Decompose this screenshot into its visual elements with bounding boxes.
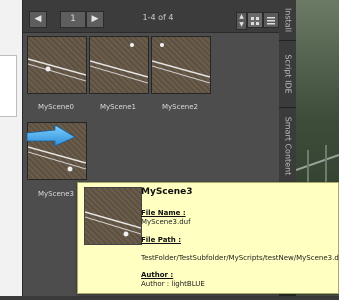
grid-view-icon (251, 17, 259, 25)
arrow-right-icon: ▶ (91, 14, 99, 24)
file-path-heading: File Path : (141, 236, 181, 244)
scene-label[interactable]: MyScene1 (86, 103, 150, 111)
page-number-field[interactable]: 1 (60, 11, 86, 28)
results-count: 1-4 of 4 (142, 13, 174, 22)
arrow-annotation-icon (26, 124, 76, 147)
scene-thumbnail[interactable] (27, 36, 87, 94)
grid-view-button[interactable] (247, 12, 263, 28)
list-view-icon (267, 17, 275, 25)
scene-thumbnail[interactable] (151, 36, 211, 94)
tab-label: Install (283, 7, 292, 33)
scene-label[interactable]: MyScene2 (148, 103, 212, 111)
arrow-left-icon: ◀ (34, 14, 42, 24)
tooltip-thumbnail (84, 187, 142, 245)
tab-label: Script IDE (283, 54, 292, 94)
browser-toolbar: ◀ 1 ▶ 1-4 of 4 ▲ ▼ (23, 0, 280, 33)
list-view-button[interactable] (263, 12, 279, 28)
tooltip-title: MyScene3 (141, 187, 193, 197)
scene-tooltip: MyScene3 File Name : MyScene3.duf File P… (77, 182, 339, 294)
author-value: Author : lightBLUE (141, 280, 205, 288)
tab-install[interactable]: Install (279, 0, 296, 41)
sort-toggle[interactable]: ▲ ▼ (236, 12, 247, 30)
file-name-heading: File Name : (141, 209, 186, 217)
tab-smart-content[interactable]: Smart Content (279, 108, 296, 185)
prev-page-button[interactable]: ◀ (29, 11, 47, 28)
file-path-value: TestFolder/TestSubfolder/MyScripts/testN… (141, 254, 339, 262)
file-name-value: MyScene3.duf (141, 218, 191, 226)
left-panel-edge (0, 0, 22, 296)
scene-label[interactable]: MyScene0 (24, 103, 88, 111)
author-heading: Author : (141, 271, 174, 279)
scene-thumbnail[interactable] (89, 36, 149, 94)
tab-label: Smart Content (283, 116, 292, 176)
next-page-button[interactable]: ▶ (86, 11, 104, 28)
tab-script-ide[interactable]: Script IDE (279, 41, 296, 108)
callout-box (0, 55, 17, 117)
